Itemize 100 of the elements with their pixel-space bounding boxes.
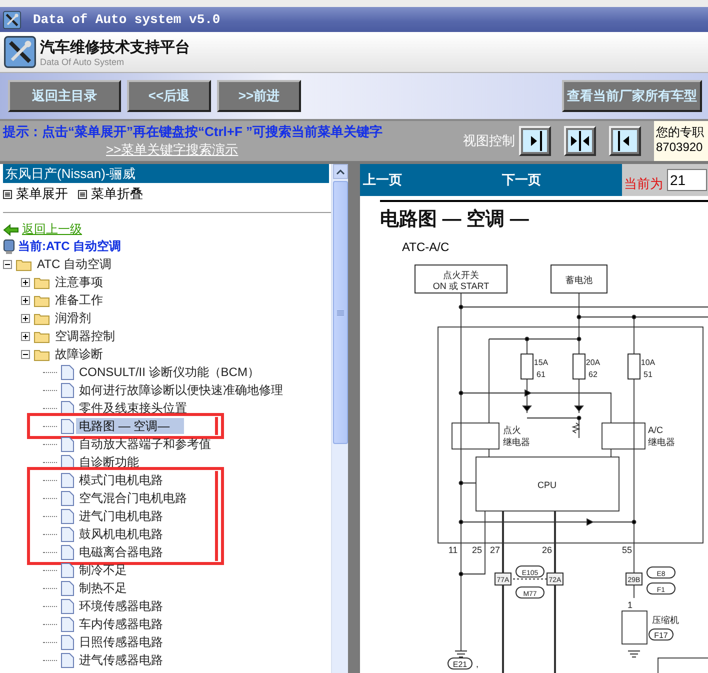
connector-tag [546, 572, 564, 586]
document-icon [61, 598, 74, 614]
tree-item[interactable]: 车内传感器电路 [76, 616, 165, 632]
tree-item[interactable]: 制热不足 [76, 580, 129, 596]
arrow-right-icon [523, 130, 547, 152]
window-title: Data of Auto system v5.0 [33, 12, 220, 27]
fuse-symbol [520, 354, 534, 380]
document-icon [61, 580, 74, 596]
pin-number: 1 [628, 600, 632, 610]
relay-label: A/C [648, 425, 664, 435]
document-subtitle: ATC-A/C [402, 240, 450, 254]
arrows-inward-icon [568, 130, 592, 152]
pin-number: 11 [448, 545, 458, 555]
document-icon [61, 508, 74, 524]
folder-icon [34, 348, 50, 360]
folder-icon [34, 276, 50, 288]
expand-toggle[interactable] [21, 350, 30, 358]
tree-folder[interactable]: 注意事项 [52, 274, 105, 290]
document-icon [61, 544, 74, 560]
tree-item[interactable]: 空气混合门电机电路 [76, 490, 189, 506]
folder-icon [34, 294, 50, 306]
document-icon [61, 364, 74, 380]
list-icon [3, 190, 12, 198]
connector-tag [626, 572, 642, 586]
fuse-rating: 20A [586, 358, 600, 367]
battery-label: 蓄电池 [566, 275, 592, 285]
document-icon [61, 436, 74, 452]
folder-icon [16, 258, 32, 270]
caret-up-icon [336, 168, 344, 174]
expand-toggle[interactable] [21, 332, 30, 340]
tree-item[interactable]: 如何进行故障诊断以便快速准确地修理 [76, 382, 285, 398]
connector-code-tag [646, 566, 676, 578]
tree-folder[interactable]: 故障诊断 [52, 346, 105, 362]
tree-item[interactable]: 制冷不足 [76, 562, 129, 578]
switch-label: ON 或 START [432, 281, 490, 291]
document-title: 电路图 — 空调 — [380, 208, 529, 232]
tree-folder[interactable]: ATC 自动空调 [34, 256, 114, 272]
grip-icon [336, 310, 344, 316]
document-icon [61, 616, 74, 632]
back-link[interactable]: 返回上一级 [3, 221, 82, 238]
document-icon [61, 418, 74, 434]
tree-item[interactable]: 环境传感器电路 [76, 598, 165, 614]
toolbar-button[interactable]: 返回主目录 [8, 80, 121, 112]
document-icon [61, 472, 74, 488]
fuse-number: 61 [536, 370, 546, 379]
tree-folder[interactable]: 准备工作 [52, 292, 105, 308]
connector-code: E21 [452, 660, 468, 669]
tree-item[interactable]: 自动放大器端子和参考值 [76, 436, 213, 452]
pin-number: 27 [490, 545, 500, 555]
document-icon [61, 634, 74, 650]
view-button[interactable] [609, 126, 641, 156]
expand-menu-link[interactable]: 菜单展开 [3, 185, 68, 203]
document-icon [61, 652, 74, 668]
tree-item[interactable]: 模式门电机电路 [76, 472, 165, 488]
prev-page-link[interactable]: 上一页 [360, 171, 499, 189]
tree-item[interactable]: 零件及线束接头位置 [76, 400, 189, 416]
all-models-button[interactable]: 查看当前厂家所有车型 [562, 80, 702, 112]
toolbar-button[interactable]: <<后退 [127, 80, 211, 112]
separator-mark: , [476, 659, 479, 669]
connector-code-tag [648, 628, 674, 640]
view-button[interactable] [564, 126, 596, 156]
page-number-field[interactable]: 21 [667, 169, 707, 191]
expand-toggle[interactable] [3, 260, 12, 268]
folder-icon [34, 312, 50, 324]
pin-number: 55 [622, 545, 632, 555]
connector-code: F17 [654, 631, 668, 640]
wrench-screwdriver-icon [4, 36, 36, 68]
fuse-symbol [628, 354, 640, 380]
tree-item[interactable]: 日照传感器电路 [76, 634, 165, 650]
document-icon [61, 526, 74, 542]
tree-folder[interactable]: 空调器控制 [52, 328, 117, 344]
pin-number: 25 [472, 545, 482, 555]
tree-item[interactable]: 进气门电机电路 [76, 508, 165, 524]
tree-item[interactable]: CONSULT/II 诊断仪功能（BCM） [76, 364, 262, 380]
fuse-rating: 15A [534, 358, 548, 367]
expand-toggle[interactable] [21, 278, 30, 286]
tree-item[interactable]: 电磁离合器电路 [76, 544, 165, 560]
tree-item[interactable]: 进气传感器电路 [76, 652, 165, 668]
next-page-link[interactable]: 下一页 [499, 171, 622, 189]
collapse-menu-link[interactable]: 菜单折叠 [78, 185, 143, 203]
current-section: 当前:ATC 自动空调 [18, 238, 122, 255]
app-subtitle: Data Of Auto System [40, 56, 126, 66]
cpu-label: CPU [538, 480, 556, 490]
tree-item[interactable]: 鼓风机电机电路 [76, 526, 165, 542]
tree-item[interactable]: 自诊断功能 [76, 454, 141, 470]
folder-icon [34, 330, 50, 342]
pin-number: 26 [542, 545, 552, 555]
tree-folder[interactable]: 润滑剂 [52, 310, 93, 326]
relay-label: 点火 [503, 425, 521, 435]
expand-toggle[interactable] [21, 296, 30, 304]
tree-item[interactable]: 电路图 — 空调— [76, 418, 184, 434]
toolbar-button[interactable]: >>前进 [217, 80, 301, 112]
page-label: 当前为 [624, 175, 663, 193]
document-icon [61, 490, 74, 506]
relay-label: 继电器 [503, 437, 530, 447]
notice-text: 8703920 [656, 140, 704, 155]
scrollbar[interactable] [331, 164, 348, 673]
fuse-rating: 10A [640, 358, 656, 367]
view-button[interactable] [519, 126, 551, 156]
expand-toggle[interactable] [21, 314, 30, 322]
